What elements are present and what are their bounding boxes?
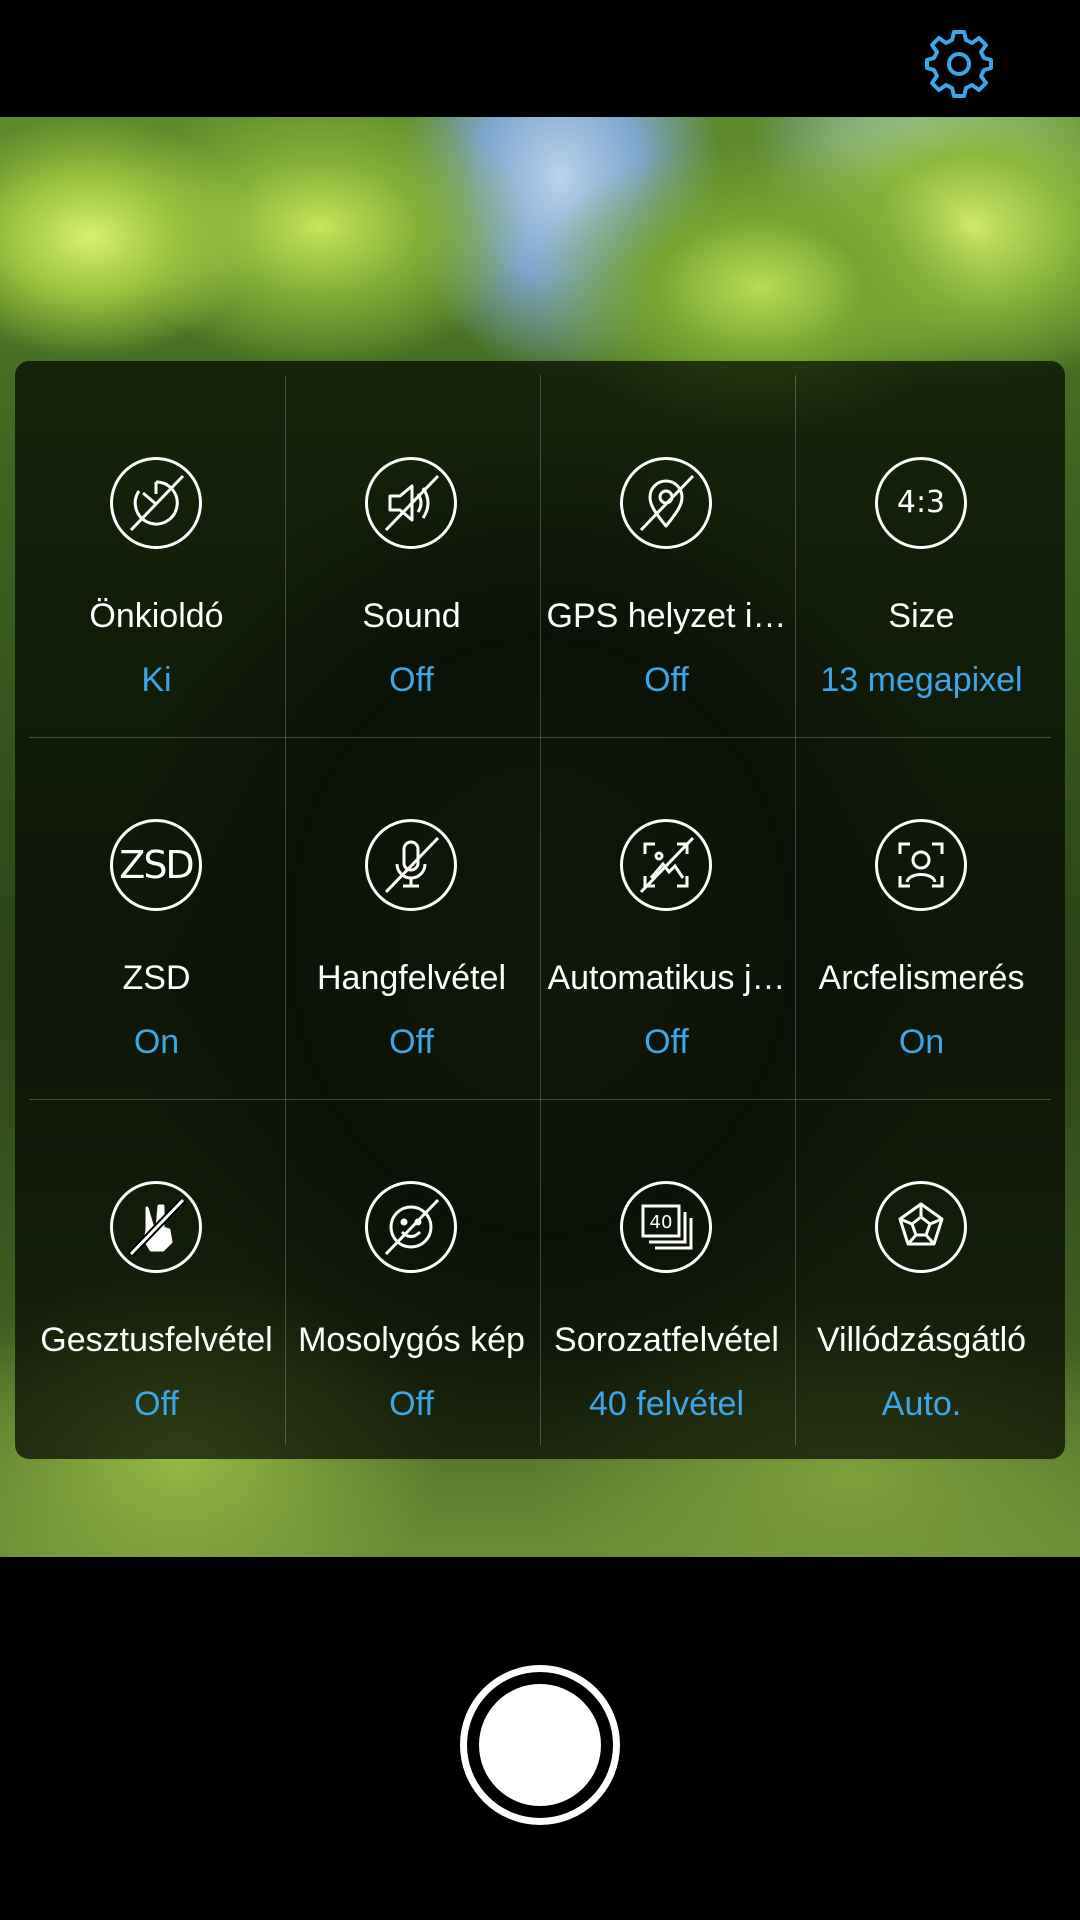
setting-value: 40 felvétel [589, 1385, 744, 1423]
setting-label: Sorozatfelvétel [554, 1321, 779, 1359]
setting-label: Automatikus j… [547, 959, 786, 997]
shutter-button-icon [479, 1684, 601, 1806]
setting-label: Arcfelismerés [818, 959, 1025, 997]
setting-value: Off [389, 1023, 434, 1061]
shutter-button[interactable] [460, 1665, 620, 1825]
setting-face-detection[interactable]: Arcfelismerés On [794, 737, 1049, 1099]
setting-zsd[interactable]: ZSD ZSD On [29, 737, 284, 1099]
settings-panel: Önkioldó Ki Sound Off GPS helyzet i… Off… [15, 361, 1065, 1459]
microphone-off-icon [365, 819, 457, 911]
zsd-icon: ZSD [110, 819, 202, 911]
setting-value: Ki [141, 661, 172, 699]
setting-value: Off [134, 1385, 179, 1423]
setting-gps-location[interactable]: GPS helyzet i… Off [539, 375, 794, 737]
setting-value: Off [644, 1023, 689, 1061]
setting-smile-shot[interactable]: Mosolygós kép Off [284, 1099, 539, 1461]
smile-shot-off-icon [365, 1181, 457, 1273]
burst-count-text: 40 [650, 1212, 673, 1233]
setting-label: Gesztusfelvétel [40, 1321, 273, 1359]
setting-label: Villódzásgátló [816, 1321, 1027, 1359]
face-detection-icon [875, 819, 967, 911]
setting-value: Off [389, 1385, 434, 1423]
burst-shot-icon: 40 [620, 1181, 712, 1273]
setting-label: GPS helyzet i… [546, 597, 787, 635]
setting-label: Size [888, 597, 955, 635]
setting-audio-recording[interactable]: Hangfelvétel Off [284, 737, 539, 1099]
setting-gesture-shot[interactable]: Gesztusfelvétel Off [29, 1099, 284, 1461]
sound-off-icon [365, 457, 457, 549]
anti-flicker-icon [875, 1181, 967, 1273]
setting-value: Off [644, 661, 689, 699]
zsd-text: ZSD [119, 843, 194, 887]
setting-label: ZSD [122, 959, 191, 997]
setting-label: Sound [362, 597, 461, 635]
setting-value: On [133, 1023, 180, 1061]
setting-auto-scene[interactable]: Automatikus j… Off [539, 737, 794, 1099]
gps-location-off-icon [620, 457, 712, 549]
self-timer-off-icon [110, 457, 202, 549]
setting-size[interactable]: 4:3 Size 13 megapixel [794, 375, 1049, 737]
setting-self-timer[interactable]: Önkioldó Ki [29, 375, 284, 737]
setting-anti-flicker[interactable]: Villódzásgátló Auto. [794, 1099, 1049, 1461]
setting-value: Auto. [881, 1385, 962, 1423]
setting-value: On [898, 1023, 945, 1061]
aspect-ratio-text: 4:3 [896, 485, 946, 520]
setting-burst-shot[interactable]: 40 Sorozatfelvétel 40 felvétel [539, 1099, 794, 1461]
setting-label: Mosolygós kép [298, 1321, 525, 1359]
camera-screen: Önkioldó Ki Sound Off GPS helyzet i… Off… [0, 0, 1080, 1920]
setting-label: Hangfelvétel [316, 959, 506, 997]
setting-value: 13 megapixel [820, 661, 1023, 699]
gesture-shot-off-icon [110, 1181, 202, 1273]
auto-scene-off-icon [620, 819, 712, 911]
top-bar [0, 0, 1080, 117]
aspect-ratio-icon: 4:3 [875, 457, 967, 549]
setting-sound[interactable]: Sound Off [284, 375, 539, 737]
setting-label: Önkioldó [89, 597, 224, 635]
setting-value: Off [389, 661, 434, 699]
gear-icon[interactable] [923, 26, 995, 98]
